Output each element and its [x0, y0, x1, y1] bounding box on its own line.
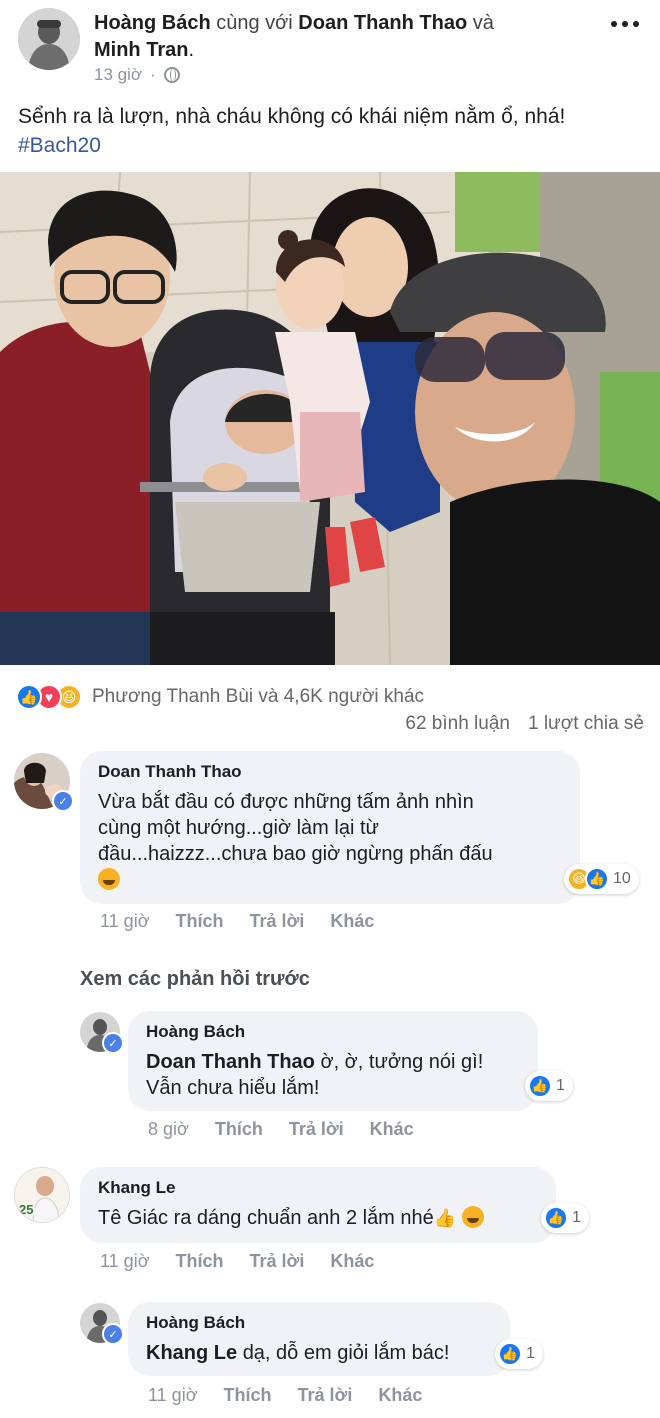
verified-badge: ✓ — [102, 1323, 124, 1345]
post-time[interactable]: 13 giờ — [94, 65, 142, 85]
laughing-emoji-icon — [98, 868, 120, 890]
like-icon: 👍 — [544, 1206, 568, 1230]
post-meta: 13 giờ · — [94, 65, 180, 85]
comment-actions: 11 giờ Thích Trả lời Khác — [100, 1251, 374, 1272]
reply-button[interactable]: Trả lời — [298, 1385, 353, 1406]
reply-author[interactable]: Hoàng Bách — [146, 1312, 492, 1334]
reply-actions: 8 giờ Thích Trả lời Khác — [148, 1119, 414, 1140]
comment-reaction-count[interactable]: 👍 1 — [541, 1203, 589, 1233]
comment-author[interactable]: Doan Thanh Thao — [98, 761, 562, 783]
reply-text: Doan Thanh Thao ờ, ờ, tưởng nói gì! Vẫn … — [146, 1051, 484, 1099]
tagged-user-1[interactable]: Doan Thanh Thao — [298, 12, 467, 34]
like-icon: 👍 — [16, 684, 42, 710]
post-author-line: Hoàng Bách cùng với Doan Thanh Thao và M… — [94, 10, 574, 64]
author-avatar[interactable] — [18, 8, 80, 70]
comment-text: Tê Giác ra dáng chuẩn anh 2 lắm nhé👍 — [98, 1205, 538, 1231]
globe-icon — [163, 67, 180, 83]
with-label: cùng với — [216, 12, 293, 34]
post-photo[interactable] — [0, 172, 660, 665]
comment-reaction-count[interactable]: 😆 👍 10 — [564, 864, 639, 894]
reply-reaction-count[interactable]: 👍 1 — [525, 1071, 573, 1101]
like-button[interactable]: Thích — [224, 1385, 272, 1406]
and-label: và — [472, 12, 494, 34]
more-options-icon[interactable] — [608, 16, 642, 32]
reply-text: Khang Le dạ, dỗ em giỏi lắm bác! — [146, 1342, 450, 1364]
thumbs-up-emoji-icon: 👍 — [433, 1208, 457, 1228]
grinning-emoji-icon — [461, 1206, 484, 1228]
reply-time[interactable]: 8 giờ — [148, 1119, 189, 1140]
reply-button[interactable]: Trả lời — [289, 1119, 344, 1140]
like-button[interactable]: Thích — [176, 911, 224, 932]
post-text: Sểnh ra là lượn, nhà cháu không có khái … — [18, 102, 648, 160]
reply-author[interactable]: Hoàng Bách — [146, 1021, 520, 1043]
more-button[interactable]: Khác — [330, 911, 374, 932]
commenter-avatar[interactable]: 25 — [14, 1167, 70, 1223]
comment-time[interactable]: 11 giờ — [100, 911, 150, 932]
comment-text: Vừa bắt đầu có được những tấm ảnh nhìn c… — [98, 789, 562, 893]
reply-bubble: Hoàng Bách Doan Thanh Thao ờ, ờ, tưởng n… — [128, 1011, 538, 1111]
post-header: Hoàng Bách cùng với Doan Thanh Thao và M… — [0, 0, 660, 96]
comment-actions: 11 giờ Thích Trả lời Khác — [100, 911, 374, 932]
period: . — [188, 39, 195, 61]
mention[interactable]: Doan Thanh Thao — [146, 1051, 315, 1073]
like-icon: 👍 — [528, 1074, 552, 1098]
reply-actions: 11 giờ Thích Trả lời Khác — [148, 1385, 422, 1406]
reply-time[interactable]: 11 giờ — [148, 1385, 198, 1406]
more-button[interactable]: Khác — [330, 1251, 374, 1272]
reply-button[interactable]: Trả lời — [250, 1251, 305, 1272]
more-button[interactable]: Khác — [378, 1385, 422, 1406]
verified-badge: ✓ — [52, 790, 74, 812]
reaction-names[interactable]: Phương Thanh Bùi và 4,6K người khác — [92, 686, 424, 708]
mention[interactable]: Khang Le — [146, 1342, 237, 1364]
like-button[interactable]: Thích — [215, 1119, 263, 1140]
view-previous-replies[interactable]: Xem các phản hồi trước — [80, 968, 310, 991]
comments-count[interactable]: 62 bình luận — [405, 713, 510, 735]
reply-bubble: Hoàng Bách Khang Le dạ, dỗ em giỏi lắm b… — [128, 1302, 510, 1376]
comment-bubble: Khang Le Tê Giác ra dáng chuẩn anh 2 lắm… — [80, 1167, 556, 1243]
reply-reaction-count[interactable]: 👍 1 — [495, 1339, 543, 1369]
reply-button[interactable]: Trả lời — [250, 911, 305, 932]
more-button[interactable]: Khác — [370, 1119, 414, 1140]
like-icon: 👍 — [585, 867, 609, 891]
engagement-counts: 62 bình luận 1 lượt chia sẻ — [405, 713, 644, 735]
post-body: Sểnh ra là lượn, nhà cháu không có khái … — [18, 105, 566, 128]
tagged-user-2[interactable]: Minh Tran — [94, 39, 188, 61]
like-button[interactable]: Thích — [176, 1251, 224, 1272]
comment-author[interactable]: Khang Le — [98, 1177, 538, 1199]
reaction-summary[interactable]: 👍 ♥ 😆 Phương Thanh Bùi và 4,6K người khá… — [16, 683, 424, 711]
like-icon: 👍 — [498, 1342, 522, 1366]
shares-count[interactable]: 1 lượt chia sẻ — [528, 713, 644, 735]
author-name[interactable]: Hoàng Bách — [94, 12, 211, 34]
hashtag-link[interactable]: #Bach20 — [18, 131, 648, 160]
comment-time[interactable]: 11 giờ — [100, 1251, 150, 1272]
avatar-badge-number: 25 — [19, 1202, 34, 1217]
comment-bubble: Doan Thanh Thao Vừa bắt đầu có được nhữn… — [80, 751, 580, 904]
verified-badge: ✓ — [102, 1032, 124, 1054]
